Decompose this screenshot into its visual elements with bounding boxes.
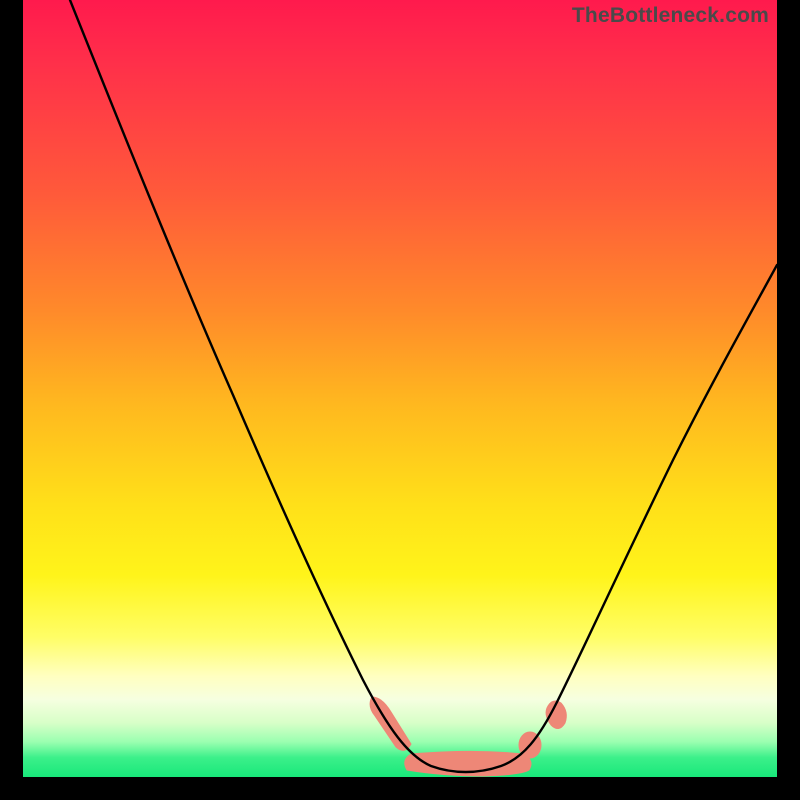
chart-svg	[23, 0, 777, 777]
bottleneck-curve	[70, 0, 777, 772]
chart-plot-area: TheBottleneck.com	[23, 0, 777, 777]
